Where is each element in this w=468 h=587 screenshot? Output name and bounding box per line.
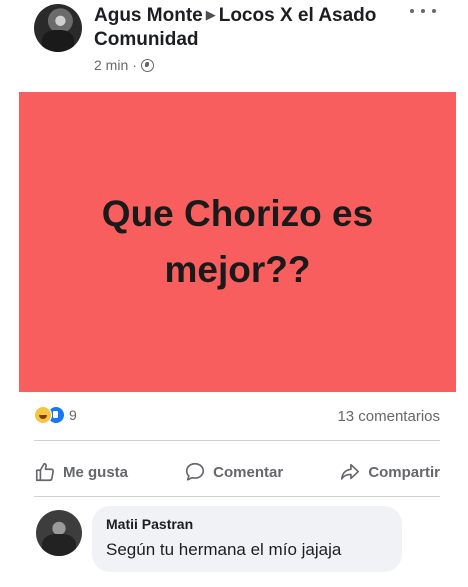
post-meta: 2 min ·	[94, 57, 154, 73]
share-arrow-icon	[341, 463, 360, 480]
avatar[interactable]	[34, 4, 82, 52]
post-header: Agus Monte ▶ Locos X el Asado Comunidad 2 …	[0, 0, 468, 80]
more-options-icon[interactable]	[410, 4, 436, 18]
comment-count[interactable]: 13 comentarios	[337, 408, 440, 425]
globe-icon	[140, 58, 154, 72]
reaction-summary[interactable]: 9	[34, 406, 77, 424]
action-bar: Me gusta Comentar Compartir	[34, 450, 440, 494]
like-label: Me gusta	[63, 463, 129, 481]
post-image-text: Que Chorizo es mejor??	[101, 193, 374, 290]
haha-icon	[34, 406, 52, 424]
comment-label: Comentar	[213, 463, 284, 481]
thumbs-up-icon	[35, 462, 55, 482]
comment-button[interactable]: Comentar	[184, 461, 283, 483]
comment: Matii Pastran Según tu hermana el mío ja…	[34, 506, 440, 576]
comment-bubble-icon	[186, 462, 205, 481]
post-author-line: Agus Monte ▶ Locos X el Asado Comunidad	[94, 4, 394, 51]
comment-bubble[interactable]: Matii Pastran Según tu hermana el mío ja…	[92, 506, 402, 572]
comment-author[interactable]: Matii Pastran	[106, 515, 388, 533]
meta-separator: ·	[132, 57, 137, 73]
share-label: Compartir	[368, 463, 440, 481]
post-image[interactable]: Que Chorizo es mejor??	[19, 92, 456, 392]
like-button[interactable]: Me gusta	[34, 461, 128, 483]
post-time[interactable]: 2 min	[94, 57, 128, 73]
reaction-count: 9	[69, 407, 77, 423]
divider	[34, 496, 440, 497]
commenter-avatar[interactable]	[36, 510, 82, 556]
arrow-right-icon: ▶	[205, 7, 216, 22]
divider	[34, 440, 440, 441]
author-name[interactable]: Agus Monte	[94, 5, 203, 26]
share-button[interactable]: Compartir	[339, 461, 440, 483]
comment-text: Según tu hermana el mío jajaja	[106, 540, 342, 559]
